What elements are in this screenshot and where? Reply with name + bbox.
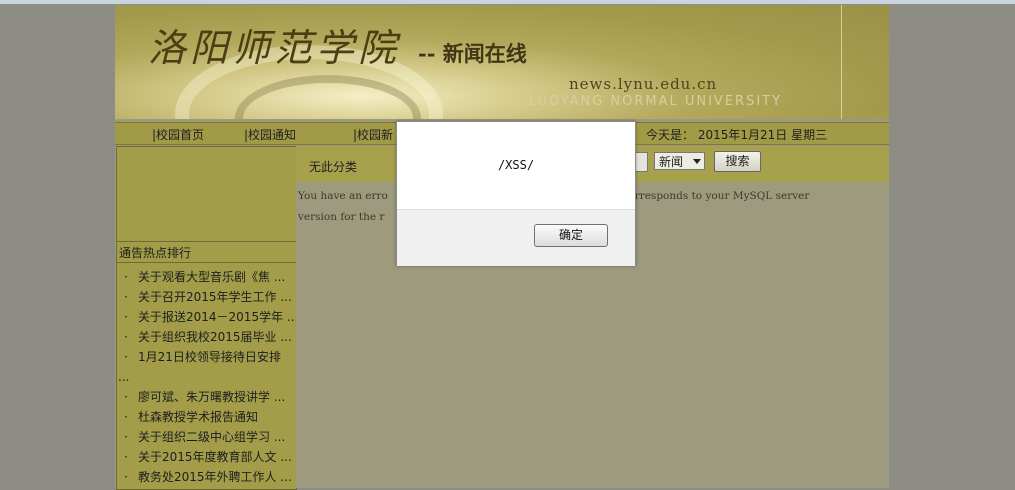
bullet-icon: ·: [124, 390, 128, 404]
hot-list-item[interactable]: · 教务处2015年外聘工作人 ...: [117, 467, 296, 487]
hot-item-label: ...: [118, 370, 130, 384]
nav-home-link[interactable]: |校园首页: [152, 126, 204, 143]
banner-divider: [841, 5, 842, 119]
site-subtitle: -- 新闻在线: [418, 41, 527, 66]
bullet-icon: ·: [124, 410, 128, 424]
nav-news-link[interactable]: |校园新: [353, 126, 393, 143]
hot-list: · 关于观看大型音乐剧《焦 ... · 关于召开2015年学生工作 ... · 关于报…: [117, 267, 296, 487]
site-english-name: LUOYANG NORMAL UNIVERSITY: [529, 94, 783, 109]
hot-item-label[interactable]: 杜森教授学术报告通知: [138, 410, 258, 424]
bullet-icon: ·: [124, 310, 128, 324]
bullet-icon: ·: [124, 430, 128, 444]
search-type-value: 新闻: [659, 155, 684, 169]
search-button[interactable]: 搜索: [714, 151, 761, 172]
bullet-icon: ·: [124, 270, 128, 284]
site-banner: 洛阳师范学院 -- 新闻在线 news.lynu.edu.cn LUOYANG …: [115, 5, 889, 119]
hot-list-item[interactable]: · 关于报送2014－2015学年 ...: [117, 307, 296, 327]
hot-list-item[interactable]: · 关于组织二级中心组学习 ...: [117, 427, 296, 447]
bullet-icon: ·: [124, 470, 128, 484]
hot-item-label[interactable]: 关于召开2015年学生工作 ...: [138, 290, 292, 304]
current-date: 今天是： 2015年1月21日 星期三: [646, 128, 828, 142]
site-title: 洛阳师范学院: [148, 26, 401, 70]
hot-item-label[interactable]: 关于组织二级中心组学习 ...: [138, 430, 285, 444]
bullet-icon: ·: [124, 290, 128, 304]
bullet-icon: ·: [124, 450, 128, 464]
hot-list-item[interactable]: · 关于召开2015年学生工作 ...: [117, 287, 296, 307]
hot-list-item[interactable]: · 1月21日校领导接待日安排: [117, 347, 296, 367]
nav-notice-link[interactable]: |校园通知: [244, 126, 296, 143]
browser-top-strip: [0, 0, 1015, 4]
hot-list-title: 通告热点排行: [117, 241, 296, 263]
bullet-icon: ·: [124, 330, 128, 344]
hot-list-item[interactable]: · 杜森教授学术报告通知: [117, 407, 296, 427]
hot-item-label[interactable]: 关于2015年度教育部人文 ...: [138, 450, 292, 464]
alert-dialog: /XSS/ 确定: [396, 121, 636, 266]
hot-item-label[interactable]: 1月21日校领导接待日安排: [138, 350, 281, 364]
site-url: news.lynu.edu.cn: [569, 75, 718, 93]
hot-list-item[interactable]: · 关于观看大型音乐剧《焦 ...: [117, 267, 296, 287]
error-text-line1: You have an erro: [298, 190, 388, 202]
hot-item-label[interactable]: 关于组织我校2015届毕业 ...: [138, 330, 292, 344]
hot-item-label[interactable]: 教务处2015年外聘工作人 ...: [138, 470, 292, 484]
hot-list-item[interactable]: · 关于2015年度教育部人文 ...: [117, 447, 296, 467]
hot-list-item[interactable]: · 廖可斌、朱万曙教授讲学 ...: [117, 387, 296, 407]
alert-footer: 确定: [397, 209, 635, 266]
hot-list-item-overflow: ...: [117, 367, 296, 387]
hot-list-item[interactable]: · 关于组织我校2015届毕业 ...: [117, 327, 296, 347]
hot-item-label[interactable]: 廖可斌、朱万曙教授讲学 ...: [138, 390, 285, 404]
search-type-select[interactable]: 新闻: [654, 152, 705, 170]
bullet-icon: ·: [124, 350, 128, 364]
alert-message: /XSS/: [497, 158, 535, 172]
hot-item-label[interactable]: 关于观看大型音乐剧《焦 ...: [138, 270, 285, 284]
chevron-down-icon: [693, 159, 701, 164]
hot-item-label[interactable]: 关于报送2014－2015学年 ...: [138, 310, 296, 324]
category-label: 无此分类: [309, 160, 358, 174]
left-sidebar: 通告热点排行 · 关于观看大型音乐剧《焦 ... · 关于召开2015年学生工作 .…: [116, 146, 297, 490]
ok-button[interactable]: 确定: [534, 224, 608, 247]
